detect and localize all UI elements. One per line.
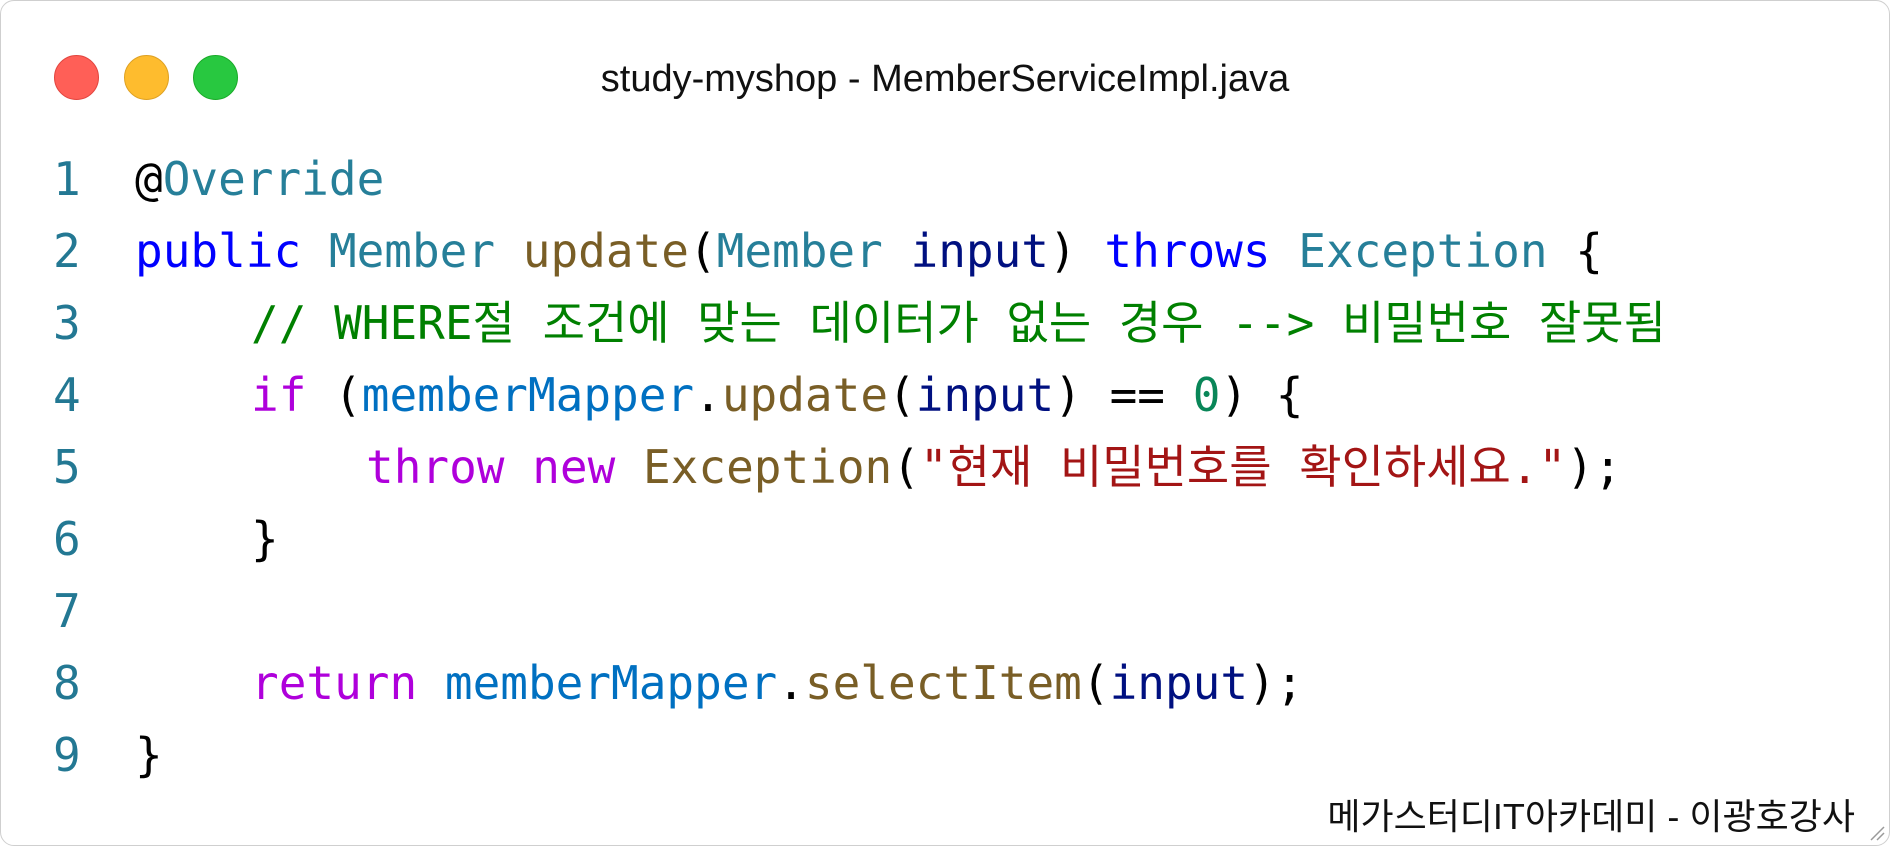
line-number: 5 <box>53 440 81 494</box>
code-line-9: 9 } <box>1 719 1889 791</box>
number-literal: 0 <box>1192 368 1221 422</box>
keyword-public: public <box>135 224 302 278</box>
keyword-new: new <box>532 440 616 494</box>
annotation-at: @ <box>135 152 163 206</box>
open-paren: ( <box>334 368 362 422</box>
code-line-4: 4 if (memberMapper.update(input) == 0) { <box>1 359 1889 431</box>
exception-constructor: Exception <box>642 440 893 494</box>
annotation-name: Override <box>162 152 385 206</box>
open-paren: ( <box>1081 656 1110 710</box>
param-type: Member <box>716 224 883 278</box>
equality-operator: == <box>1081 368 1193 422</box>
mapper-variable: memberMapper <box>444 656 778 710</box>
code-line-6: 6 } <box>1 503 1889 575</box>
dot: . <box>694 368 722 422</box>
argument: input <box>1109 656 1249 710</box>
line-content: throw new Exception("현재 비밀번호를 확인하세요."); <box>366 431 1622 503</box>
line-content: @Override <box>135 143 384 215</box>
line-number: 8 <box>53 656 81 710</box>
line-number: 4 <box>53 368 81 422</box>
line-content: return memberMapper.selectItem(input); <box>251 647 1303 719</box>
resize-grip-icon[interactable] <box>1867 823 1885 841</box>
code-line-8: 8 return memberMapper.selectItem(input); <box>1 647 1889 719</box>
window-title: study-myshop - MemberServiceImpl.java <box>600 58 1290 100</box>
line-content: public Member update(Member input) throw… <box>135 215 1603 287</box>
line-number: 7 <box>53 584 81 638</box>
close-paren: ) <box>1048 224 1077 278</box>
open-brace: { <box>1575 224 1603 278</box>
argument: input <box>915 368 1055 422</box>
code-editor: 1 @Override 2 public Member update(Membe… <box>1 143 1889 791</box>
line-number: 3 <box>53 296 81 350</box>
code-line-2: 2 public Member update(Member input) thr… <box>1 215 1889 287</box>
return-type: Member <box>328 224 496 278</box>
dot: . <box>777 656 805 710</box>
code-line-7: 7 <box>1 575 1889 647</box>
code-window: study-myshop - MemberServiceImpl.java 1 … <box>0 0 1890 846</box>
close-paren-brace: ) { <box>1220 368 1304 422</box>
close-paren-semicolon: ); <box>1248 656 1304 710</box>
code-line-3: 3 // WHERE절 조건에 맞는 데이터가 없는 경우 --> 비밀번호 잘… <box>1 287 1889 359</box>
keyword-throw: throw <box>366 440 505 494</box>
open-paren: ( <box>688 224 717 278</box>
close-brace: } <box>251 512 279 566</box>
line-number: 9 <box>53 728 81 782</box>
method-call: update <box>721 368 889 422</box>
code-line-5: 5 throw new Exception("현재 비밀번호를 확인하세요.")… <box>1 431 1889 503</box>
string-literal: "현재 비밀번호를 확인하세요." <box>919 440 1567 494</box>
watermark-text: 메가스터디IT아카데미 - 이광호강사 <box>1327 796 1855 837</box>
line-number: 1 <box>53 152 81 206</box>
code-line-1: 1 @Override <box>1 143 1889 215</box>
call-open-paren: ( <box>888 368 916 422</box>
line-number: 6 <box>53 512 81 566</box>
mapper-variable: memberMapper <box>361 368 695 422</box>
open-paren: ( <box>892 440 920 494</box>
code-comment: // WHERE절 조건에 맞는 데이터가 없는 경우 --> 비밀번호 잘못됨 <box>251 296 1666 350</box>
method-name: update <box>522 224 689 278</box>
title-bar: study-myshop - MemberServiceImpl.java <box>1 1 1889 131</box>
keyword-throws: throws <box>1104 224 1271 278</box>
keyword-return: return <box>251 656 418 710</box>
keyword-if: if <box>251 368 307 422</box>
line-content: if (memberMapper.update(input) == 0) { <box>251 359 1303 431</box>
method-call: selectItem <box>804 656 1082 710</box>
close-paren-semicolon: ); <box>1566 440 1622 494</box>
param-name: input <box>910 224 1049 278</box>
exception-type: Exception <box>1298 224 1548 278</box>
call-close-paren: ) <box>1054 368 1082 422</box>
close-brace: } <box>135 728 163 782</box>
line-number: 2 <box>53 224 81 278</box>
